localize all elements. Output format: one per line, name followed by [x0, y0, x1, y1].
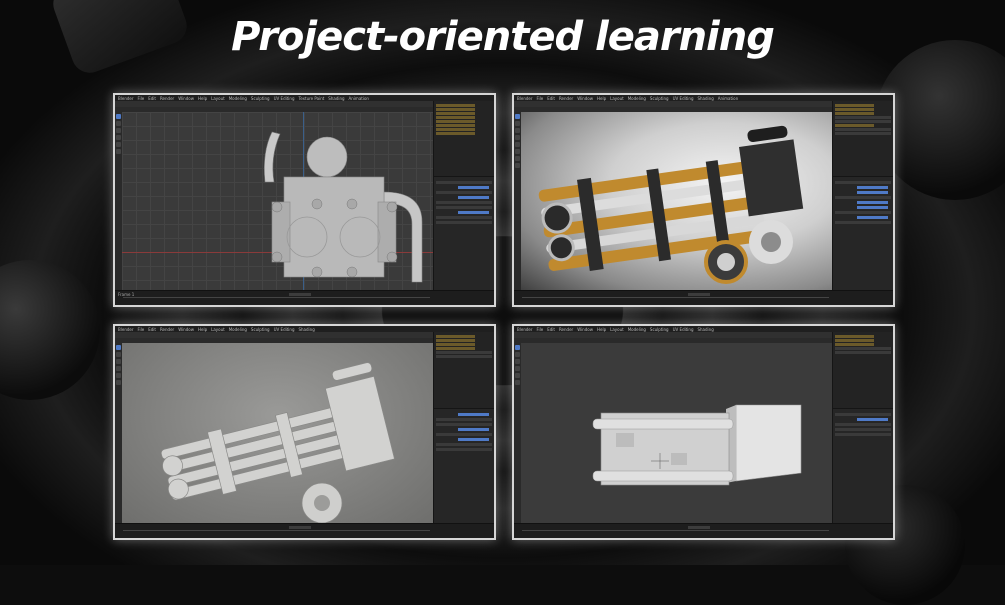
outliner[interactable]: [833, 101, 893, 177]
timeline-ruler[interactable]: [522, 297, 829, 298]
menu-item[interactable]: Edit: [547, 96, 555, 101]
playback-controls[interactable]: [688, 526, 711, 529]
workspace-tab[interactable]: UV Editing: [673, 327, 694, 332]
outliner[interactable]: [833, 332, 893, 409]
blender-window-solid-view[interactable]: Blender File Edit Render Window Help Lay…: [113, 324, 496, 540]
workspace-tab[interactable]: Shading: [697, 96, 713, 101]
menu-item[interactable]: File: [138, 96, 145, 101]
menu-item[interactable]: Window: [577, 327, 593, 332]
tool-shelf[interactable]: [115, 112, 122, 291]
blender-window-blockout-view[interactable]: Blender File Edit Render Window Help Lay…: [512, 324, 895, 540]
page-title: Project-oriented learning: [231, 14, 775, 60]
menu-item[interactable]: Render: [559, 327, 573, 332]
workspace-tab[interactable]: Sculpting: [251, 96, 270, 101]
properties-panel[interactable]: [433, 332, 494, 524]
3d-viewport[interactable]: [521, 112, 833, 291]
properties-editor[interactable]: [833, 409, 893, 440]
timeline[interactable]: [514, 290, 893, 305]
workspace-tab[interactable]: Modeling: [229, 96, 247, 101]
minigun-render: [538, 125, 804, 284]
workspace-tab[interactable]: Layout: [610, 327, 624, 332]
app-name: Blender: [118, 326, 134, 332]
3d-viewport[interactable]: [521, 343, 833, 524]
workspace-tab[interactable]: Shading: [298, 327, 314, 332]
app-name: Blender: [517, 326, 533, 332]
workspace-tab[interactable]: Animation: [349, 96, 369, 101]
workspace-tab[interactable]: Layout: [211, 96, 225, 101]
menu-item[interactable]: File: [138, 327, 145, 332]
menu-item[interactable]: Render: [160, 327, 174, 332]
timeline[interactable]: [514, 523, 893, 538]
menu-item[interactable]: Help: [198, 327, 207, 332]
workspace-tab[interactable]: Layout: [211, 327, 225, 332]
blockout-model: [592, 404, 802, 486]
properties-panel[interactable]: [433, 101, 494, 291]
timeline[interactable]: [115, 523, 494, 538]
timeline-ruler[interactable]: [522, 530, 829, 531]
workspace-tab[interactable]: Modeling: [628, 96, 646, 101]
app-name: Blender: [517, 95, 533, 101]
menu-item[interactable]: File: [537, 96, 544, 101]
workspace-tab[interactable]: UV Editing: [274, 96, 295, 101]
menu-item[interactable]: Help: [597, 327, 606, 332]
workspace-tab[interactable]: Layout: [610, 96, 624, 101]
workspace-tab[interactable]: Texture Paint: [298, 96, 324, 101]
workspace-tab[interactable]: Sculpting: [251, 327, 270, 332]
properties-panel[interactable]: [832, 332, 893, 524]
properties-editor[interactable]: [434, 177, 494, 228]
blender-window-front-view[interactable]: Blender File Edit Render Window Help Lay…: [113, 93, 496, 307]
menu-item[interactable]: Window: [577, 96, 593, 101]
workspace-tab[interactable]: Sculpting: [650, 327, 669, 332]
outliner[interactable]: [434, 332, 494, 409]
menu-item[interactable]: Render: [559, 96, 573, 101]
menu-item[interactable]: Help: [597, 96, 606, 101]
playback-controls[interactable]: [688, 293, 711, 296]
timeline-ruler[interactable]: [123, 530, 430, 531]
timeline-ruler[interactable]: [123, 297, 430, 298]
menu-item[interactable]: Window: [178, 327, 194, 332]
workspace-tab[interactable]: Modeling: [229, 327, 247, 332]
playback-controls[interactable]: [289, 526, 312, 529]
workspace-tab[interactable]: Shading: [328, 96, 344, 101]
outliner[interactable]: [434, 101, 494, 177]
menu-item[interactable]: Edit: [148, 96, 156, 101]
workspace-tab[interactable]: Modeling: [628, 327, 646, 332]
menu-item[interactable]: Render: [160, 96, 174, 101]
workspace-tab[interactable]: UV Editing: [673, 96, 694, 101]
workspace-tab[interactable]: Animation: [718, 96, 738, 101]
tool-shelf[interactable]: [115, 343, 122, 524]
menu-item[interactable]: Edit: [547, 327, 555, 332]
workspace-tab[interactable]: Shading: [697, 327, 713, 332]
menu-item[interactable]: File: [537, 327, 544, 332]
menu-item[interactable]: Edit: [148, 327, 156, 332]
tool-shelf[interactable]: [514, 343, 521, 524]
tool-shelf[interactable]: [514, 112, 521, 291]
menu-item[interactable]: Help: [198, 96, 207, 101]
material-properties[interactable]: [833, 177, 893, 228]
3d-viewport[interactable]: [122, 112, 434, 291]
3d-viewport[interactable]: [122, 343, 434, 524]
properties-panel[interactable]: [832, 101, 893, 291]
workspace-tab[interactable]: Sculpting: [650, 96, 669, 101]
model-front-view: [264, 131, 423, 283]
app-name: Blender: [118, 95, 134, 101]
blender-window-render-view[interactable]: Blender File Edit Render Window Help Lay…: [512, 93, 895, 307]
playback-controls[interactable]: [289, 293, 312, 296]
properties-editor[interactable]: [434, 409, 494, 455]
menu-item[interactable]: Window: [178, 96, 194, 101]
workspace-tab[interactable]: UV Editing: [274, 327, 295, 332]
timeline[interactable]: Frame 1: [115, 290, 494, 305]
minigun-solid: [160, 362, 395, 523]
